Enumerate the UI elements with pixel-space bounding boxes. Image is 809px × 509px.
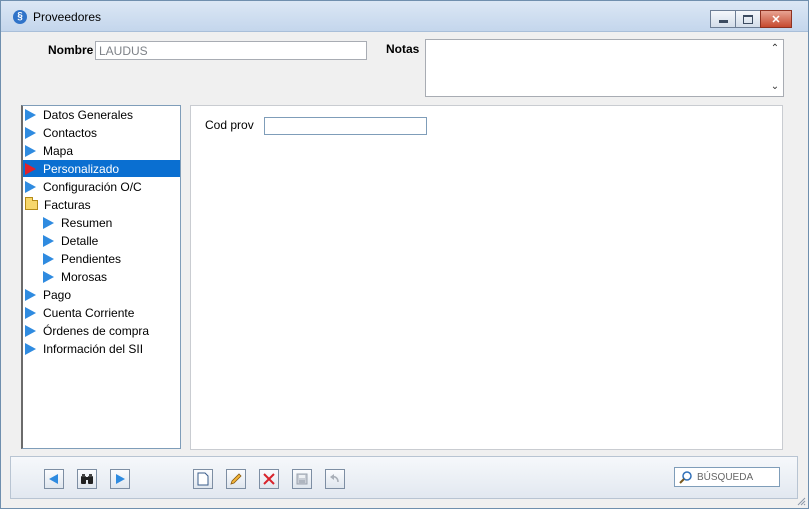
previous-icon bbox=[49, 474, 58, 484]
blue-triangle-icon bbox=[25, 180, 36, 193]
search-label: BÚSQUEDA bbox=[697, 471, 754, 483]
folder-icon bbox=[25, 196, 38, 210]
cod-prov-input[interactable] bbox=[264, 117, 427, 135]
blue-triangle-icon bbox=[25, 108, 36, 121]
tree-item[interactable]: Detalle bbox=[23, 232, 180, 249]
minimize-button[interactable] bbox=[710, 10, 736, 28]
binoculars-icon bbox=[81, 474, 93, 484]
blue-triangle-icon bbox=[25, 306, 36, 319]
undo-button[interactable] bbox=[325, 469, 345, 489]
maximize-icon bbox=[743, 14, 753, 24]
tree-item-label: Cuenta Corriente bbox=[43, 305, 135, 320]
tree-item-label: Personalizado bbox=[43, 161, 120, 176]
minimize-icon bbox=[718, 20, 728, 23]
tree-item[interactable]: Datos Generales bbox=[23, 106, 180, 123]
cod-prov-label: Cod prov bbox=[205, 118, 254, 132]
content-panel: Cod prov bbox=[190, 105, 783, 450]
resize-grip-icon[interactable] bbox=[796, 496, 806, 506]
proveedores-window: § Proveedores ✕ Nombre LAUDUS Notas ⌃ ⌄ … bbox=[0, 0, 809, 509]
tree-item-label: Mapa bbox=[43, 143, 74, 158]
red-triangle-icon bbox=[25, 162, 36, 175]
previous-button[interactable] bbox=[44, 469, 64, 489]
nombre-field[interactable]: LAUDUS bbox=[95, 41, 367, 60]
tree-item[interactable]: Personalizado bbox=[23, 160, 180, 177]
blue-triangle-icon bbox=[25, 342, 36, 355]
blue-triangle-icon bbox=[43, 252, 54, 265]
nombre-label: Nombre bbox=[48, 43, 94, 57]
tree-item-label: Órdenes de compra bbox=[43, 323, 150, 338]
search-icon bbox=[679, 471, 692, 484]
blue-triangle-icon bbox=[43, 270, 54, 283]
tree-item-label: Información del SII bbox=[43, 341, 144, 356]
tree-item[interactable]: Información del SII bbox=[23, 340, 180, 357]
tree-item[interactable]: Pendientes bbox=[23, 250, 180, 267]
tree-item-label: Detalle bbox=[61, 233, 99, 248]
search-binoculars-button[interactable] bbox=[77, 469, 97, 489]
tree-item-label: Datos Generales bbox=[43, 107, 134, 122]
delete-button[interactable] bbox=[259, 469, 279, 489]
navigation-tree: Datos Generales Contactos Mapa Personalizad… bbox=[21, 105, 181, 449]
app-logo-icon: § bbox=[13, 10, 27, 24]
tree-item[interactable]: Facturas bbox=[23, 196, 180, 213]
new-button[interactable] bbox=[193, 469, 213, 489]
scroll-down-icon[interactable]: ⌄ bbox=[769, 81, 781, 93]
close-button[interactable]: ✕ bbox=[760, 10, 792, 28]
notas-textarea[interactable]: ⌃ ⌄ bbox=[425, 39, 784, 97]
blue-triangle-icon bbox=[25, 288, 36, 301]
tree-item[interactable]: Mapa bbox=[23, 142, 180, 159]
blue-triangle-icon bbox=[25, 144, 36, 157]
tree-item-label: Resumen bbox=[61, 215, 113, 230]
blue-triangle-icon bbox=[43, 234, 54, 247]
notas-label: Notas bbox=[386, 42, 420, 56]
window-title: Proveedores bbox=[33, 10, 102, 24]
edit-button[interactable] bbox=[226, 469, 246, 489]
tree-item[interactable]: Cuenta Corriente bbox=[23, 304, 180, 321]
title-bar[interactable]: § Proveedores ✕ bbox=[1, 1, 808, 32]
next-icon bbox=[116, 474, 125, 484]
edit-pencil-icon bbox=[230, 473, 242, 485]
blue-triangle-icon bbox=[25, 126, 36, 139]
search-field[interactable]: BÚSQUEDA bbox=[674, 467, 780, 487]
tree-item[interactable]: Morosas bbox=[23, 268, 180, 285]
close-icon: ✕ bbox=[771, 13, 781, 26]
tree-item[interactable]: Contactos bbox=[23, 124, 180, 141]
undo-icon bbox=[330, 474, 339, 483]
tree-item-label: Contactos bbox=[43, 125, 98, 140]
tree-item[interactable]: Pago bbox=[23, 286, 180, 303]
tree-item-label: Pago bbox=[43, 287, 72, 302]
tree-item-label: Configuración O/C bbox=[43, 179, 142, 194]
blue-triangle-icon bbox=[25, 324, 36, 337]
window-controls: ✕ bbox=[710, 10, 792, 28]
blue-triangle-icon bbox=[43, 216, 54, 229]
tree-item-label: Morosas bbox=[61, 269, 108, 284]
save-button[interactable] bbox=[292, 469, 312, 489]
new-document-icon bbox=[197, 472, 209, 486]
tree-item[interactable]: Configuración O/C bbox=[23, 178, 180, 195]
tree-item-label: Facturas bbox=[44, 197, 91, 212]
maximize-button[interactable] bbox=[735, 10, 761, 28]
delete-x-icon bbox=[263, 473, 275, 485]
tree-item[interactable]: Resumen bbox=[23, 214, 180, 231]
next-button[interactable] bbox=[110, 469, 130, 489]
tree-item[interactable]: Órdenes de compra bbox=[23, 322, 180, 339]
tree-item-label: Pendientes bbox=[61, 251, 122, 266]
scroll-up-icon[interactable]: ⌃ bbox=[769, 43, 781, 55]
save-disk-icon bbox=[296, 473, 308, 485]
bottom-toolbar: BÚSQUEDA bbox=[10, 456, 798, 499]
